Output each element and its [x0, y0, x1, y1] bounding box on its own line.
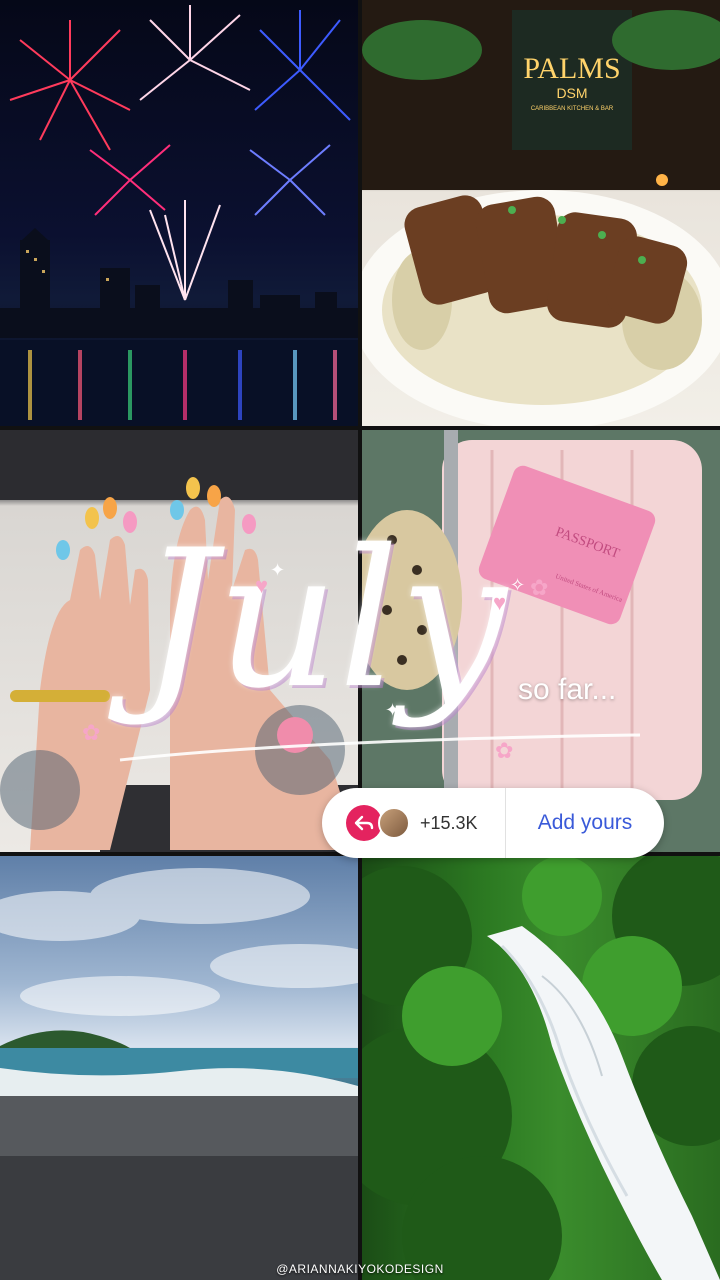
palms-sign-title: PALMS [523, 52, 620, 85]
flower-icon: ✿ [530, 575, 549, 600]
restaurant-dish-photo: PALMS DSM CARIBBEAN KITCHEN & BAR [362, 0, 720, 426]
fireworks-illustration [0, 5, 358, 426]
creator-credit: @ARIANNAKIYOKODESIGN [276, 1262, 444, 1276]
palms-sign-location: DSM [556, 85, 587, 101]
flower-icon: ✿ [495, 738, 514, 763]
palms-sign-subtitle: CARIBBEAN KITCHEN & BAR [531, 106, 614, 112]
participants-summary[interactable]: +15.3K [322, 788, 506, 858]
add-yours-button[interactable]: Add yours [506, 811, 664, 835]
waterfall-photo [362, 856, 720, 1280]
flower-icon: ✿ [82, 720, 101, 745]
heart-icon: ♥ [493, 590, 507, 615]
beach-illustration [0, 868, 358, 1280]
waterfall-illustration [362, 856, 720, 1280]
heart-icon: ♥ [255, 573, 269, 598]
fireworks-photo [0, 0, 358, 426]
reply-arrow-icon [346, 805, 382, 841]
avatar [378, 807, 410, 839]
sparkle-icon: ✧ [510, 575, 526, 595]
beach-photo [0, 856, 358, 1280]
title-decoration [119, 733, 641, 762]
add-yours-sticker[interactable]: +15.3K Add yours [322, 788, 664, 858]
sparkle-icon: ✦ [385, 700, 401, 720]
sparkle-icon: ✦ [270, 560, 286, 580]
restaurant-illustration: PALMS DSM CARIBBEAN KITCHEN & BAR [362, 0, 720, 426]
participant-count: +15.3K [420, 812, 478, 833]
